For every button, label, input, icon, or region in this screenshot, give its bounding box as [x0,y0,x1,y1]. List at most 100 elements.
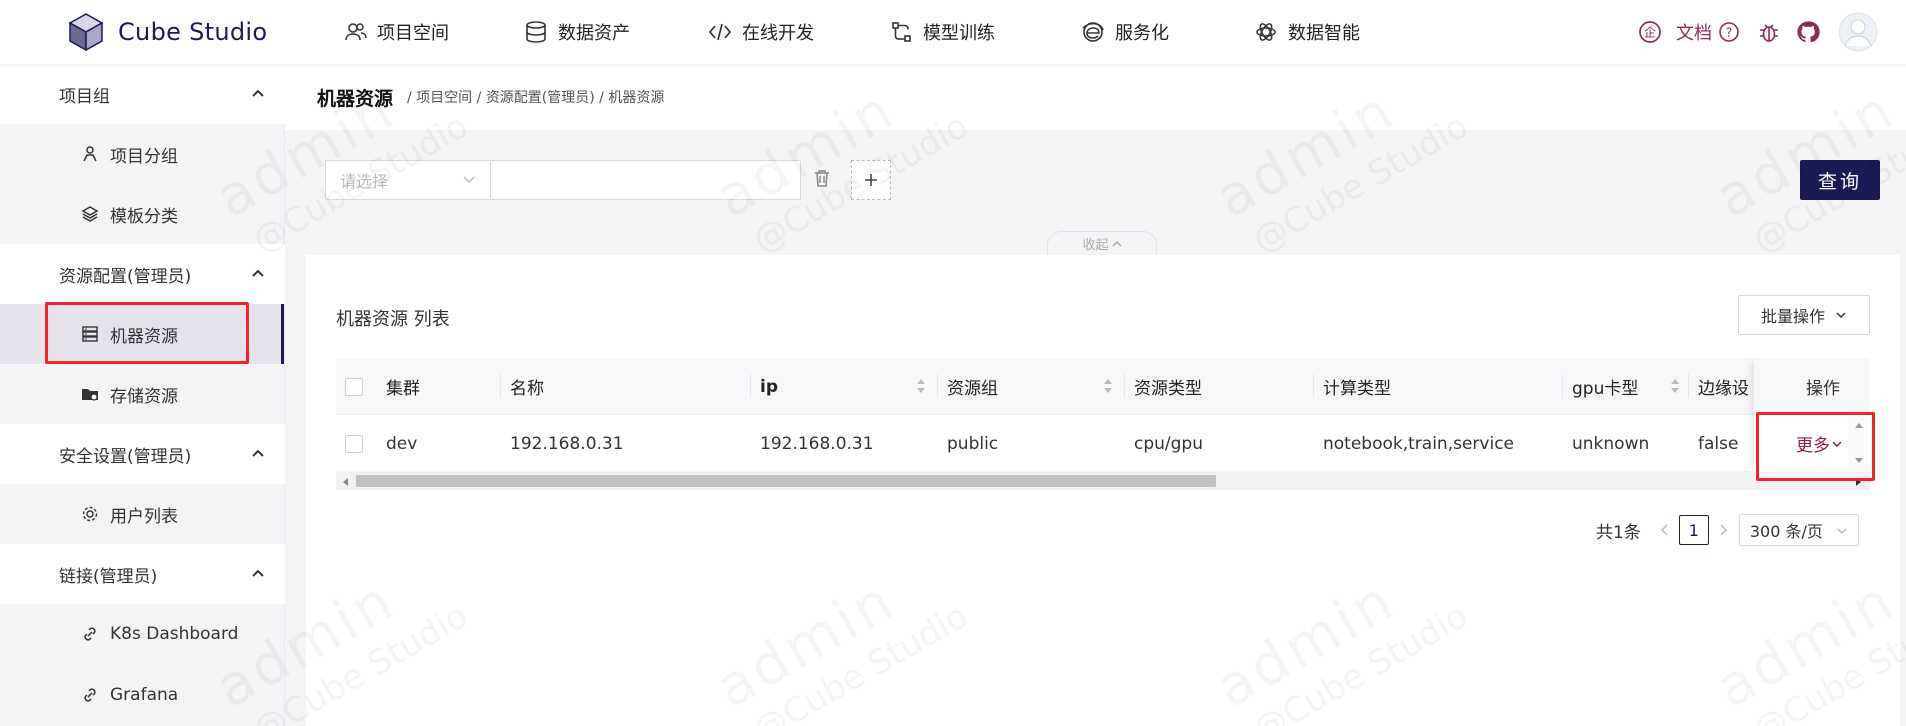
database-icon [524,20,548,44]
total-count: 共1条 [1596,522,1641,543]
filter-value-input[interactable] [491,160,801,200]
sidebar-item-project-group[interactable]: 项目分组 [0,124,284,184]
more-actions-button[interactable]: 更多 [1796,415,1842,472]
col-resource-type[interactable]: 资源类型 [1134,358,1202,415]
filter-area: 请选择 查询 收起 [285,130,1906,255]
docs-link[interactable]: 文档 ? [1676,19,1740,45]
page-title: 机器资源 [317,87,394,110]
nav-label: 数据智能 [1288,23,1360,44]
sort-icon[interactable] [916,376,926,396]
chevron-right-icon[interactable] [1717,523,1729,537]
col-resource-group[interactable]: 资源组 [947,358,998,415]
page-number[interactable]: 1 [1678,515,1709,545]
nav-label: 数据资产 [558,23,630,44]
table-row[interactable]: dev 192.168.0.31 192.168.0.31 public cpu… [336,415,1870,472]
collapse-toggle[interactable]: 收起 [1047,231,1157,255]
nav-data-assets[interactable]: 数据资产 [524,0,630,64]
cell-resource-group: public [947,433,999,454]
avatar[interactable] [1838,12,1878,52]
breadcrumb: 机器资源 / 项目空间 / 资源配置(管理员) / 机器资源 [285,64,1906,130]
cell-compute-type: notebook,train,service [1323,433,1515,454]
sidebar-item-label: 模板分类 [110,206,178,227]
batch-actions-button[interactable]: 批量操作 [1738,295,1870,335]
sidebar-item-storage-resource[interactable]: 存储资源 [0,364,284,424]
sidebar-group-label: 项目组 [59,86,110,107]
nav-project-space[interactable]: 项目空间 [345,0,449,64]
sidebar-item-grafana[interactable]: Grafana [0,664,284,726]
sidebar-group-security[interactable]: 安全设置(管理员) [0,424,285,484]
query-button[interactable]: 查询 [1800,160,1880,200]
more-label: 更多 [1796,436,1830,456]
nav-label: 模型训练 [923,23,995,44]
sidebar-group-project[interactable]: 项目组 [0,64,285,124]
nav-serving[interactable]: 服务化 [1081,0,1169,64]
github-icon[interactable] [1796,20,1820,44]
vertical-scrollbar[interactable] [1848,415,1870,472]
cell-edge: false [1698,433,1739,454]
horizontal-scrollbar[interactable] [336,472,1870,490]
scrollbar-thumb[interactable] [356,475,1216,487]
pagination: 共1条 1 300 条/页 [1596,514,1859,546]
cube-logo-icon [68,13,104,52]
top-header: Cube Studio 项目空间 数据资产 在线开发 模型训练 服务化 数据智能… [0,0,1906,64]
nav-label: 项目空间 [377,23,449,44]
col-gpu-type[interactable]: gpu卡型 [1572,358,1638,415]
sidebar-group-links[interactable]: 链接(管理员) [0,544,285,604]
page-size-select[interactable]: 300 条/页 [1738,514,1859,546]
server-icon [80,324,100,344]
sidebar-item-label: 存储资源 [110,386,178,407]
openai-icon [1254,20,1278,44]
list-title: 机器资源 列表 [336,309,450,330]
sidebar: 项目组 项目分组 模板分类 资源配置(管理员) 机器资源 存储资源 安全设置(管… [0,64,285,726]
gear-icon [80,504,100,524]
sidebar-item-k8s-dashboard[interactable]: K8s Dashboard [0,604,284,664]
trash-icon[interactable] [813,168,831,192]
header-right: 企 文档 ? [1638,0,1878,64]
col-ip[interactable]: ip [760,358,778,415]
sidebar-item-label: Grafana [110,685,179,705]
nav-label: 服务化 [1115,23,1169,44]
enterprise-icon[interactable]: 企 [1638,20,1662,44]
nav-data-intelligence[interactable]: 数据智能 [1254,0,1360,64]
sidebar-item-label: 用户列表 [110,506,178,527]
add-filter-button[interactable] [851,160,891,200]
chevron-left-icon[interactable] [1659,523,1671,537]
logo[interactable]: Cube Studio [68,12,267,52]
col-cluster[interactable]: 集群 [386,358,420,415]
sidebar-group-resource-config[interactable]: 资源配置(管理员) [0,244,285,304]
sidebar-item-machine-resource[interactable]: 机器资源 [0,304,284,364]
nav-online-dev[interactable]: 在线开发 [708,0,814,64]
chevron-up-icon [252,89,264,97]
cell-resource-type: cpu/gpu [1134,433,1203,454]
svg-text:企: 企 [1644,25,1656,40]
plus-icon [865,174,877,186]
data-table: 集群 名称 ip 资源组 资源类型 计算类型 gpu卡型 边缘设 dev 192… [336,358,1870,498]
sidebar-item-template-category[interactable]: 模板分类 [0,184,284,244]
sort-icon[interactable] [1103,376,1113,396]
col-edge[interactable]: 边缘设 [1698,358,1749,415]
org-icon [80,144,100,164]
cell-cluster: dev [386,433,418,454]
nav-model-training[interactable]: 模型训练 [891,0,995,64]
sidebar-item-label: 项目分组 [110,146,178,167]
globe-icon [1081,20,1105,44]
nav-label: 在线开发 [742,23,814,44]
col-name[interactable]: 名称 [510,358,544,415]
layers-icon [80,204,100,224]
sidebar-item-user-list[interactable]: 用户列表 [0,484,284,544]
link-icon [80,624,100,644]
chevron-down-icon [1836,312,1846,319]
col-compute-type[interactable]: 计算类型 [1323,358,1391,415]
filter-field-select[interactable]: 请选择 [325,160,491,200]
col-action: 操作 [1806,379,1840,399]
sidebar-group-label: 安全设置(管理员) [59,446,192,467]
batch-label: 批量操作 [1760,307,1825,326]
bug-icon[interactable] [1758,20,1780,44]
folder-settings-icon [80,384,100,404]
select-all-checkbox[interactable] [345,358,363,415]
chevron-up-icon [1112,240,1121,246]
sidebar-group-label: 资源配置(管理员) [59,266,192,287]
link-icon [80,685,100,705]
row-checkbox[interactable] [345,415,363,472]
sort-icon[interactable] [1670,376,1680,396]
